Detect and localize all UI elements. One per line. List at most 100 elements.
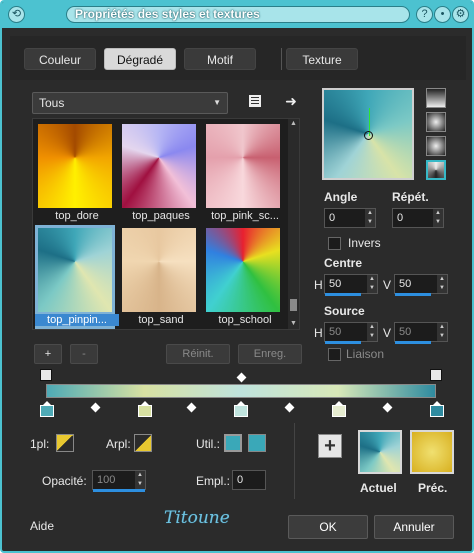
- sunburst-style-button[interactable]: [426, 160, 446, 180]
- source-h-stepper[interactable]: 50 ▲ ▼: [324, 322, 378, 344]
- current-label: Actuel: [360, 481, 397, 495]
- gallery-item-label: top_pink_sc...: [211, 210, 279, 222]
- background-swatch[interactable]: [134, 434, 152, 452]
- center-handle[interactable]: [364, 131, 373, 140]
- gallery-item-label: top_school: [218, 314, 272, 326]
- source-v-value: 50: [399, 326, 412, 338]
- scroll-down-icon[interactable]: ▼: [288, 319, 299, 329]
- add-gradient-button[interactable]: +: [34, 344, 62, 364]
- stepper-arrows-icon[interactable]: ▲ ▼: [365, 209, 375, 227]
- source-v-stepper[interactable]: 50 ▲ ▼: [394, 322, 448, 344]
- settings-icon[interactable]: ⚙: [452, 6, 469, 23]
- user-color-swatch-2[interactable]: [248, 434, 266, 452]
- foreground-label: 1pl:: [30, 437, 50, 451]
- gradient-gallery: top_dore top_paques top_pink_sc... top_p…: [32, 118, 300, 330]
- linear-style-button[interactable]: [426, 88, 446, 108]
- chevron-down-icon: ▼: [213, 98, 221, 107]
- browse-folder-icon[interactable]: [246, 93, 264, 111]
- source-h-label: H: [314, 326, 323, 340]
- source-v-label: V: [383, 326, 392, 340]
- current-swatch[interactable]: [358, 430, 402, 474]
- scroll-up-icon[interactable]: ▲: [288, 119, 299, 129]
- angle-value: 0: [329, 212, 336, 224]
- window-title: Propriétés des styles et textures: [66, 6, 410, 23]
- slider-bar[interactable]: [325, 293, 362, 296]
- scroll-thumb[interactable]: [290, 299, 297, 311]
- tab-motif[interactable]: Motif: [184, 48, 256, 70]
- stepper-arrows-icon[interactable]: ▲ ▼: [367, 323, 377, 341]
- angle-stepper[interactable]: 0 ▲ ▼: [324, 208, 376, 228]
- slider-bar[interactable]: [325, 341, 362, 344]
- stepper-arrows-icon[interactable]: ▲ ▼: [433, 209, 443, 227]
- background-label: Arpl:: [106, 437, 131, 451]
- stepper-arrows-icon[interactable]: ▲ ▼: [135, 471, 145, 489]
- stepper-arrows-icon[interactable]: ▲ ▼: [437, 275, 447, 293]
- tab-couleur[interactable]: Couleur: [24, 48, 96, 70]
- gallery-item-top-sand[interactable]: top_sand: [119, 225, 199, 329]
- color-stop-3[interactable]: [234, 401, 248, 417]
- add-swatch-button[interactable]: +: [318, 434, 342, 458]
- stepper-arrows-icon[interactable]: ▲ ▼: [367, 275, 377, 293]
- slider-bar[interactable]: [395, 293, 432, 296]
- gradient-bar[interactable]: [46, 384, 436, 398]
- category-select-value: Tous: [39, 96, 65, 110]
- category-select[interactable]: Tous ▼: [32, 92, 228, 114]
- gradient-swatch: [206, 124, 280, 208]
- gallery-item-top-pinpin[interactable]: top_pinpin...: [35, 225, 119, 329]
- help-link[interactable]: Aide: [30, 519, 54, 533]
- gradient-swatch: [206, 228, 280, 312]
- previous-swatch[interactable]: [410, 430, 454, 474]
- center-h-stepper[interactable]: 50 ▲ ▼: [324, 274, 378, 296]
- slider-bar[interactable]: [93, 489, 145, 492]
- gradient-swatch: [38, 124, 112, 208]
- location-label: Empl.:: [196, 474, 231, 488]
- tab-texture[interactable]: Texture: [286, 48, 358, 70]
- reset-button[interactable]: Réinit.: [166, 344, 230, 364]
- stepper-arrows-icon[interactable]: ▲ ▼: [437, 323, 447, 341]
- gallery-item-label: top_sand: [138, 314, 184, 326]
- color-stop-4[interactable]: [332, 401, 346, 417]
- gradient-swatch: [122, 228, 196, 312]
- invert-checkbox[interactable]: [328, 237, 341, 250]
- gradient-preview[interactable]: [322, 88, 414, 180]
- gallery-scrollbar[interactable]: ▲ ▼: [288, 119, 299, 329]
- ok-button[interactable]: OK: [288, 515, 368, 539]
- color-stop-5[interactable]: [430, 401, 444, 417]
- title-bar[interactable]: ⟲ Propriétés des styles et textures ? • …: [2, 2, 472, 28]
- remove-gradient-button[interactable]: -: [70, 344, 98, 364]
- color-stop-2[interactable]: [138, 401, 152, 417]
- radial-style-button[interactable]: [426, 136, 446, 156]
- help-icon[interactable]: ?: [416, 6, 433, 23]
- foreground-swatch[interactable]: [56, 434, 74, 452]
- tab-degrade[interactable]: Dégradé: [104, 48, 176, 70]
- minimize-icon[interactable]: •: [434, 6, 451, 23]
- app-icon: ⟲: [8, 6, 25, 23]
- repeat-stepper[interactable]: 0 ▲ ▼: [392, 208, 444, 228]
- opacity-stepper[interactable]: 100 ▲ ▼: [92, 470, 146, 492]
- gallery-item-label: top_pinpin...: [35, 314, 119, 326]
- user-color-swatch-1[interactable]: [224, 434, 242, 452]
- angle-label: Angle: [324, 190, 358, 204]
- center-label: Centre: [324, 256, 363, 270]
- gallery-item-top-pink-sc[interactable]: top_pink_sc...: [203, 121, 283, 225]
- gallery-item-label: top_dore: [55, 210, 99, 222]
- arrow-right-icon[interactable]: ➜: [282, 92, 300, 110]
- rectangular-style-button[interactable]: [426, 112, 446, 132]
- invert-label: Invers: [348, 236, 381, 250]
- source-h-value: 50: [329, 326, 342, 338]
- gallery-item-top-school[interactable]: top_school: [203, 225, 283, 329]
- link-checkbox[interactable]: [328, 348, 341, 361]
- tab-separator: [281, 48, 282, 70]
- gallery-item-top-dore[interactable]: top_dore: [35, 121, 115, 225]
- opacity-stop-left[interactable]: [40, 369, 52, 381]
- tab-bar: Couleur Dégradé Motif Texture: [10, 36, 466, 80]
- center-v-stepper[interactable]: 50 ▲ ▼: [394, 274, 448, 296]
- cancel-button[interactable]: Annuler: [374, 515, 454, 539]
- location-field[interactable]: 0: [232, 470, 266, 490]
- slider-bar[interactable]: [395, 341, 432, 344]
- gradient-swatch: [38, 228, 112, 312]
- color-stop-1[interactable]: [40, 401, 54, 417]
- save-gradient-button[interactable]: Enreg.: [238, 344, 302, 364]
- opacity-stop-right[interactable]: [430, 369, 442, 381]
- gallery-item-top-paques[interactable]: top_paques: [119, 121, 199, 225]
